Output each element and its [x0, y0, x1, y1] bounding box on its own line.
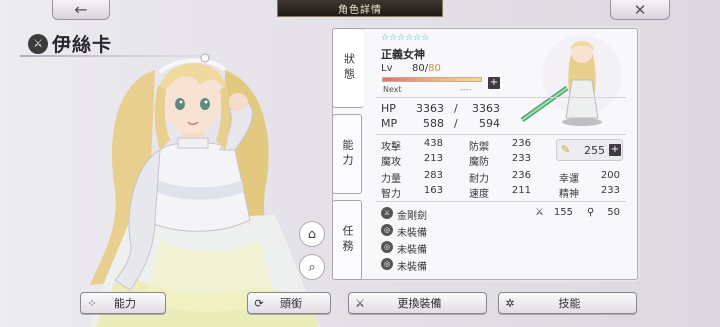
sword-icon: ⚔ — [381, 207, 393, 219]
sword-icon: ⚔ — [355, 296, 365, 310]
back-arrow-icon: ← — [74, 0, 88, 19]
stat-int-label: 智力 — [381, 189, 401, 200]
level-label: Lv — [381, 63, 393, 74]
hp-max: 3363 — [472, 102, 500, 115]
ability-button[interactable]: ⁘ 能力 — [80, 292, 166, 314]
zoom-button[interactable]: ⌕ — [299, 254, 325, 280]
mp-max: 594 — [479, 117, 500, 130]
stat-mdefense-label: 魔防 — [469, 157, 489, 168]
level-value: 80/80 — [412, 63, 441, 74]
skill-button[interactable]: ✲ 技能 — [498, 292, 637, 314]
stat-vit-value: 236 — [511, 170, 531, 181]
hp-current: 3363 — [416, 102, 444, 115]
empty-slot-icon: ◎ — [381, 258, 393, 270]
magnifier-icon: ⌕ — [308, 259, 316, 275]
stat-mdefense-value: 233 — [511, 153, 531, 164]
equip-slot-2[interactable]: 未裝備 — [397, 224, 427, 239]
empty-slot-icon: ◎ — [381, 224, 393, 236]
tab-mission-label: 任務 — [341, 225, 354, 255]
sparkle-icon: ✲ — [505, 296, 515, 310]
equip-slot-4[interactable]: 未裝備 — [397, 258, 427, 273]
weapon-sub-value: 50 — [607, 207, 620, 218]
divider-equip — [376, 201, 626, 202]
title-button[interactable]: ⟳ 頭銜 — [247, 292, 331, 314]
refresh-icon: ⟳ — [254, 296, 264, 310]
close-button[interactable]: ✕ — [610, 0, 670, 20]
attack-small-icon: ⚔ — [535, 207, 544, 218]
mp-sep: / — [454, 117, 458, 130]
change-equipment-label: 更換裝備 — [397, 297, 442, 310]
weapon-attack-value: 155 — [553, 207, 573, 218]
stat-str-value: 283 — [423, 170, 443, 181]
screen-title: 角色詳情 — [277, 0, 443, 17]
stat-vit-label: 耐力 — [469, 174, 489, 185]
stat-int-value: 163 — [423, 185, 443, 196]
stat-mattack-value: 213 — [423, 153, 443, 164]
tab-status[interactable]: 狀態 — [332, 28, 364, 108]
tab-ability[interactable]: 能力 — [332, 114, 362, 194]
character-name: 伊絲卡 — [52, 34, 113, 56]
rarity-stars: ☆☆☆☆☆☆ — [381, 33, 430, 43]
stat-attack-label: 攻擊 — [381, 142, 401, 153]
wardrobe-button[interactable]: ⌂ — [299, 221, 325, 247]
weapon-class-icon: ⚔ — [28, 33, 48, 54]
character-illustration — [90, 53, 320, 327]
chibi-sprite — [520, 35, 622, 126]
stat-speed-label: 速度 — [469, 189, 489, 200]
name-divider — [20, 55, 220, 57]
feather-value: 255 — [584, 144, 605, 157]
tab-mission[interactable]: 任務 — [332, 200, 362, 280]
stat-luck-label: 幸運 — [559, 174, 579, 185]
back-button[interactable]: ← — [52, 0, 110, 20]
stat-str-label: 力量 — [381, 174, 401, 185]
title-button-label: 頭銜 — [280, 297, 302, 310]
stat-luck-value: 200 — [600, 170, 620, 181]
level-up-button[interactable]: + — [488, 77, 500, 89]
feather-icon: ✎ — [561, 143, 571, 156]
next-label: Next — [383, 85, 402, 94]
skill-button-label: 技能 — [558, 297, 581, 310]
character-name-block: ⚔ 伊絲卡 — [28, 30, 112, 57]
stat-speed-value: 211 — [511, 185, 531, 196]
hp-sep: / — [454, 102, 458, 115]
next-value: ---- — [460, 85, 472, 94]
wand-icon: ⚲ — [587, 207, 595, 218]
stat-attack-value: 438 — [423, 138, 443, 149]
change-equipment-button[interactable]: ⚔ 更換裝備 — [348, 292, 487, 314]
tab-status-label: 狀態 — [342, 53, 356, 83]
mp-current: 588 — [423, 117, 444, 130]
mp-label: MP — [381, 117, 398, 130]
equip-slot-1[interactable]: 金剛劍 — [397, 207, 427, 222]
stat-defense-value: 236 — [511, 138, 531, 149]
exp-bar — [382, 77, 482, 82]
hp-label: HP — [381, 102, 396, 115]
feather-add-button[interactable]: + — [609, 144, 621, 156]
stat-defense-label: 防禦 — [469, 142, 489, 153]
character-title: 正義女神 — [381, 48, 425, 61]
equip-slot-3[interactable]: 未裝備 — [397, 241, 427, 256]
empty-slot-icon: ◎ — [381, 241, 393, 253]
stat-spirit-value: 233 — [600, 185, 620, 196]
ability-button-label: 能力 — [114, 297, 136, 310]
stat-mattack-label: 魔攻 — [381, 157, 401, 168]
grid-icon: ⁘ — [87, 296, 97, 310]
hanger-icon: ⌂ — [307, 226, 317, 242]
divider-status — [376, 97, 626, 98]
tab-ability-label: 能力 — [341, 139, 354, 169]
close-icon: ✕ — [633, 0, 647, 19]
stat-spirit-label: 精神 — [559, 189, 579, 200]
divider-ability — [376, 134, 626, 135]
